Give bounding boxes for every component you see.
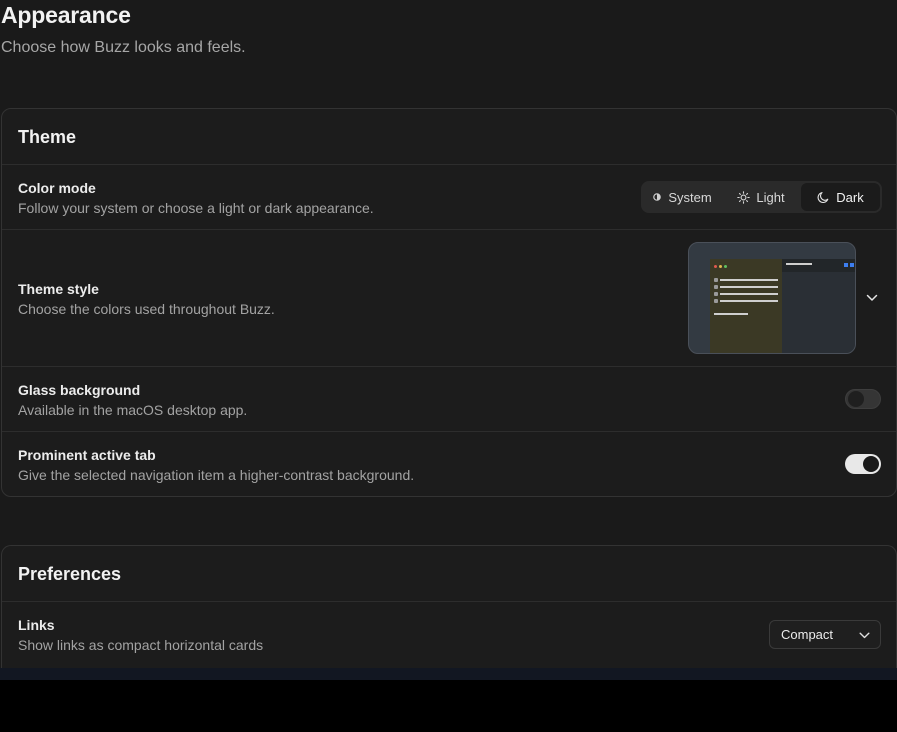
- chevron-down-icon: [859, 627, 870, 642]
- theme-card: Theme Color mode Follow your system or c…: [1, 108, 897, 497]
- theme-style-dropdown-chevron[interactable]: [864, 290, 880, 306]
- links-description: Show links as compact horizontal cards: [18, 637, 264, 653]
- window-bottom-strip: [0, 668, 897, 680]
- preview-accent-square: [850, 263, 854, 267]
- preview-minimize-dot: [719, 265, 722, 268]
- preview-close-dot: [714, 265, 717, 268]
- color-mode-segmented-control: System Light Dark: [641, 181, 882, 213]
- page-subtitle: Choose how Buzz looks and feels.: [1, 39, 246, 56]
- color-mode-light-option[interactable]: Light: [721, 183, 801, 211]
- theme-style-title: Theme style: [18, 281, 99, 297]
- color-mode-light-label: Light: [756, 189, 785, 205]
- color-mode-system-option[interactable]: System: [643, 183, 721, 211]
- preview-accent-square: [844, 263, 848, 267]
- system-icon: [652, 192, 662, 202]
- theme-section-heading: Theme: [2, 109, 896, 165]
- color-mode-system-label: System: [668, 189, 712, 205]
- theme-style-row: Theme style Choose the colors used throu…: [2, 230, 896, 367]
- theme-style-preview[interactable]: [688, 242, 856, 354]
- preview-sidebar: [710, 259, 782, 353]
- preview-list-icon: [714, 292, 718, 296]
- toggle-knob: [863, 456, 879, 472]
- prominent-active-tab-toggle[interactable]: [845, 454, 881, 474]
- prominent-active-tab-description: Give the selected navigation item a high…: [18, 467, 415, 483]
- preferences-card: Preferences Links Show links as compact …: [1, 545, 897, 677]
- preview-list-line: [720, 300, 778, 302]
- preview-list-line: [720, 279, 778, 281]
- color-mode-description: Follow your system or choose a light or …: [18, 200, 374, 216]
- links-row: Links Show links as compact horizontal c…: [2, 602, 896, 667]
- preview-list-line: [720, 293, 778, 295]
- color-mode-dark-label: Dark: [836, 189, 864, 205]
- settings-page: Appearance Choose how Buzz looks and fee…: [0, 0, 897, 677]
- prominent-active-tab-title: Prominent active tab: [18, 447, 156, 463]
- theme-style-description: Choose the colors used throughout Buzz.: [18, 301, 275, 317]
- preview-list-line: [720, 286, 778, 288]
- color-mode-dark-option[interactable]: Dark: [801, 183, 880, 211]
- preview-title-line: [786, 263, 812, 265]
- sun-icon: [737, 190, 751, 204]
- glass-background-description: Available in the macOS desktop app.: [18, 402, 248, 418]
- preview-list-icon: [714, 299, 718, 303]
- preview-main-area: [782, 259, 855, 353]
- color-mode-row: Color mode Follow your system or choose …: [2, 165, 896, 230]
- glass-background-row: Glass background Available in the macOS …: [2, 367, 896, 432]
- preview-list-icon: [714, 278, 718, 282]
- preferences-section-heading: Preferences: [2, 546, 896, 602]
- links-title: Links: [18, 617, 55, 633]
- chevron-down-icon: [866, 289, 878, 307]
- glass-background-title: Glass background: [18, 382, 141, 398]
- prominent-active-tab-row: Prominent active tab Give the selected n…: [2, 432, 896, 497]
- links-style-value: Compact: [781, 627, 834, 642]
- moon-icon: [817, 191, 830, 204]
- toggle-knob: [848, 391, 864, 407]
- preview-list-icon: [714, 285, 718, 289]
- preview-section-line: [714, 313, 748, 315]
- color-mode-title: Color mode: [18, 180, 96, 196]
- glass-background-toggle[interactable]: [845, 389, 881, 409]
- page-title: Appearance: [1, 2, 131, 28]
- preview-zoom-dot: [724, 265, 727, 268]
- links-style-select[interactable]: Compact: [769, 620, 881, 649]
